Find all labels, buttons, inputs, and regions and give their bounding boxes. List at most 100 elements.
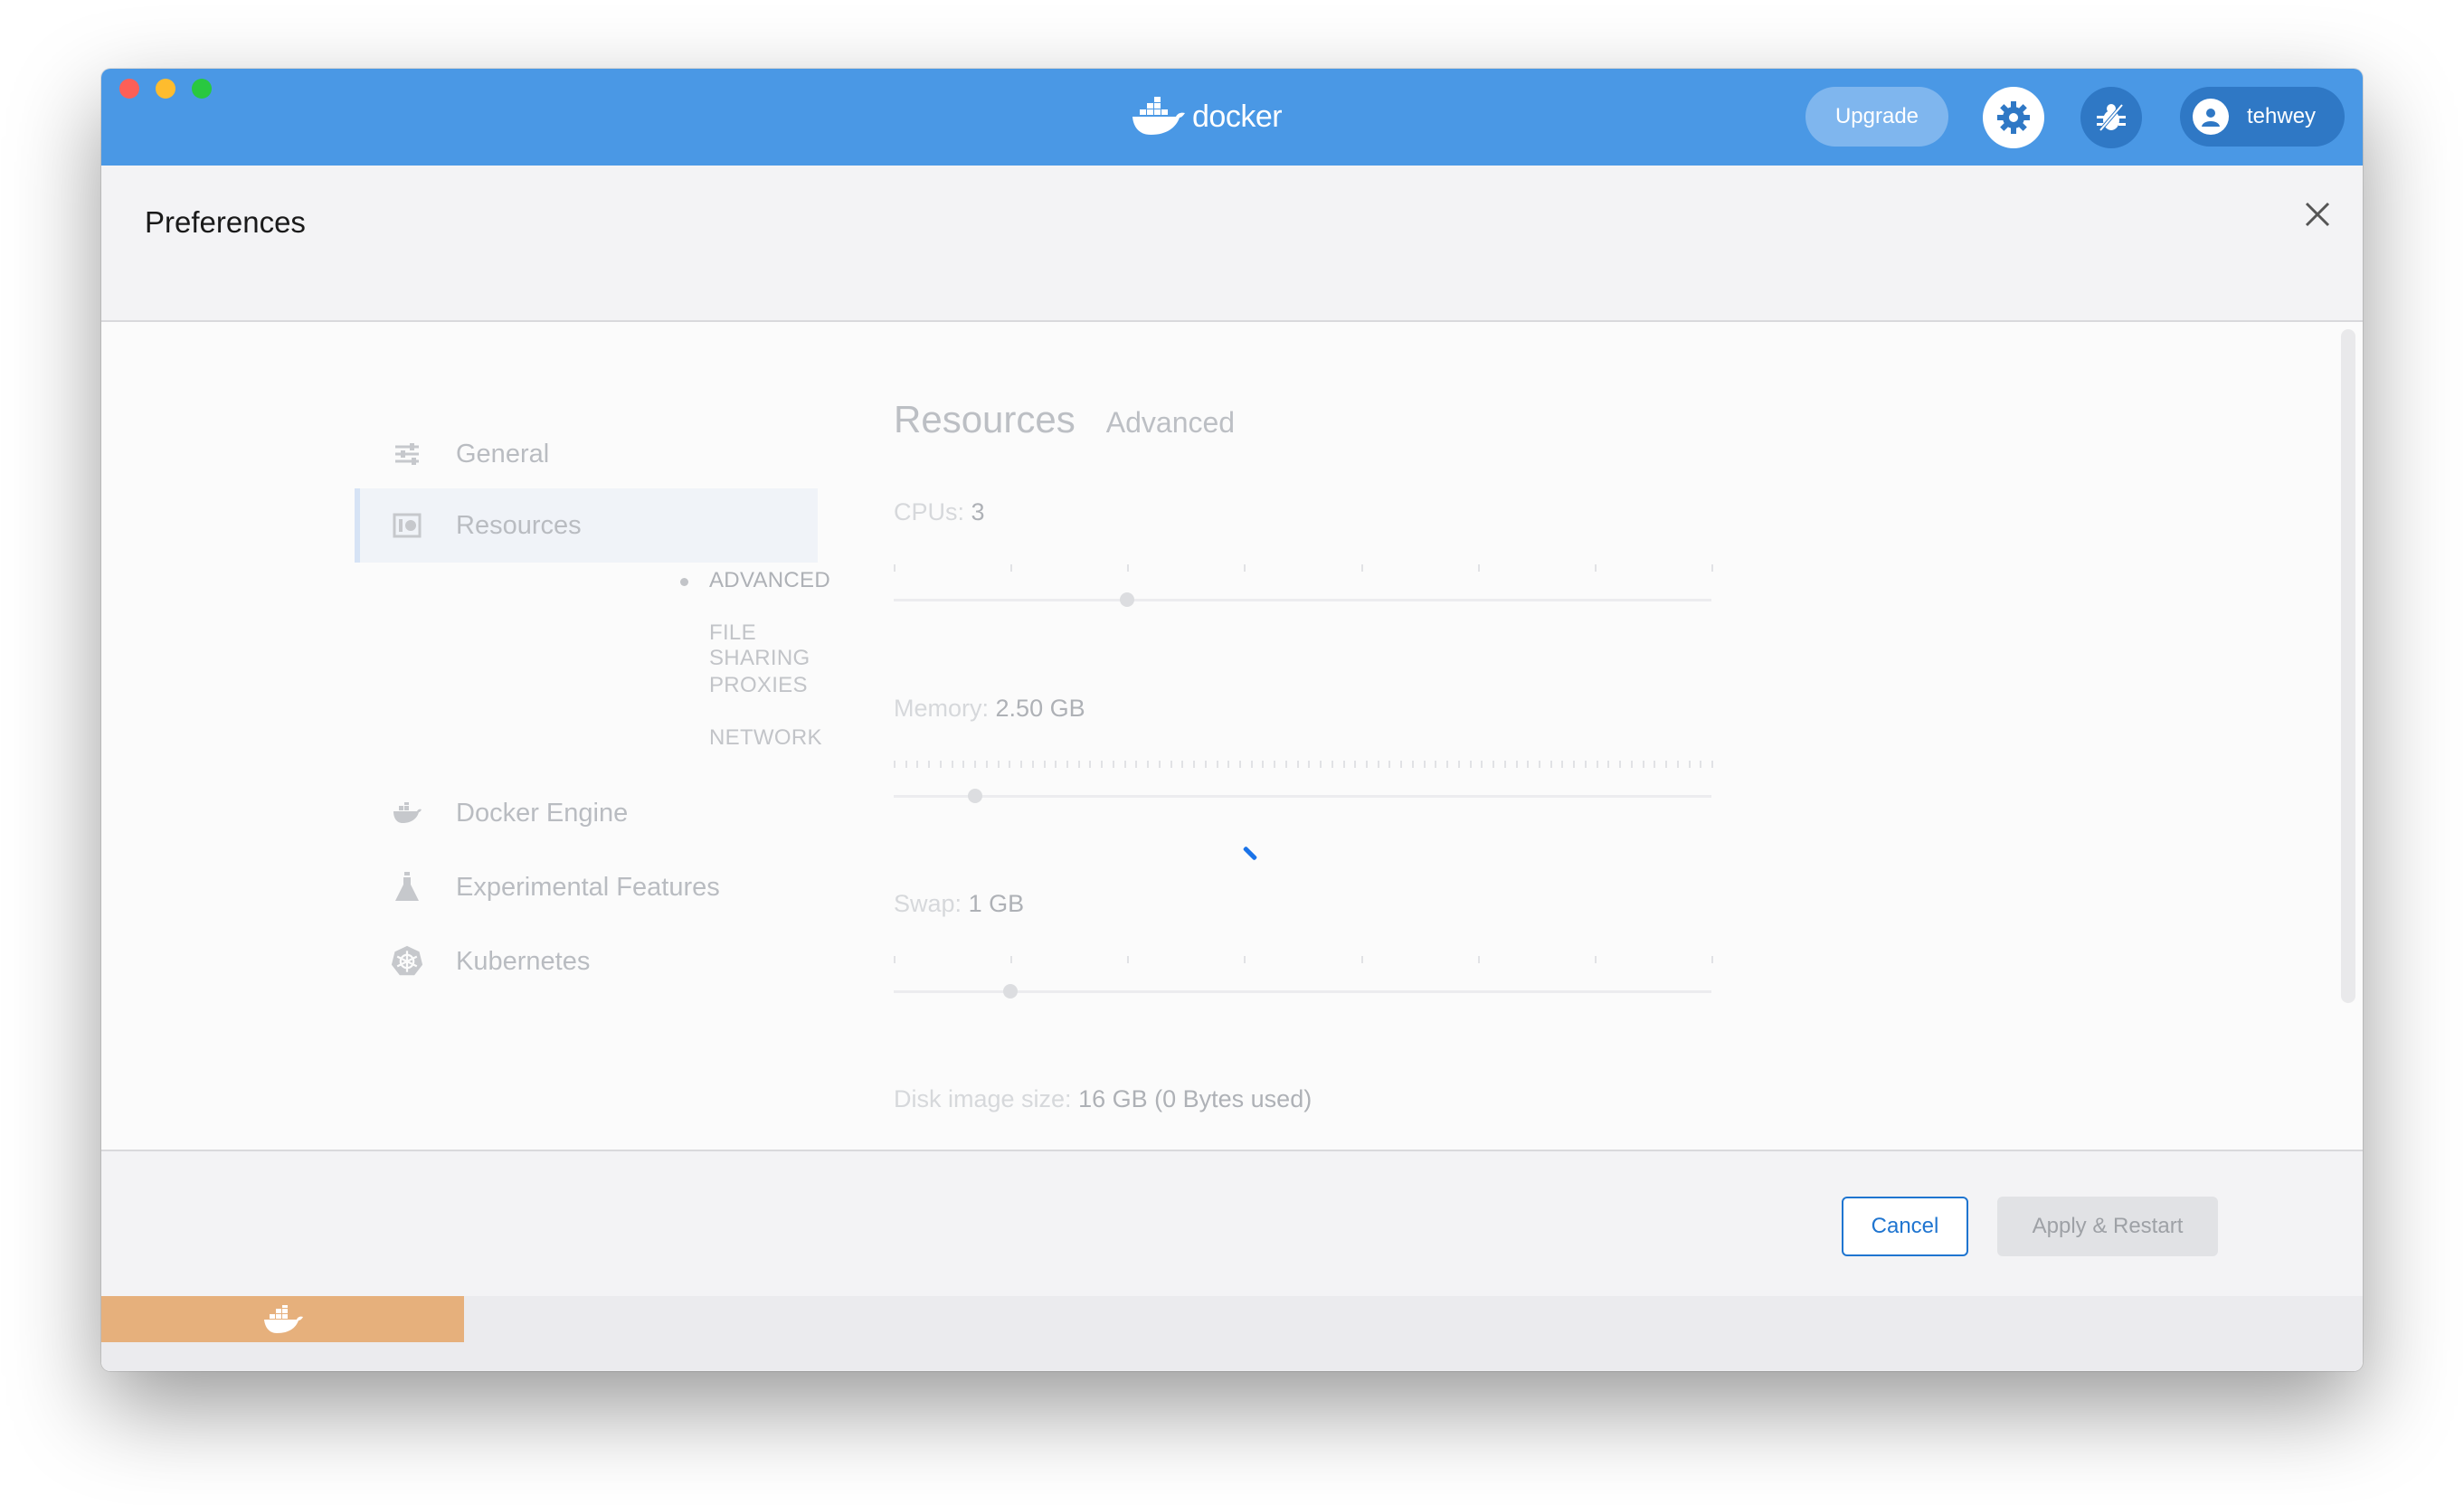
memory-value: 2.50 GB [995,695,1085,722]
settings-button[interactable] [1983,87,2044,148]
slider-tick [1158,761,1161,768]
panel-subtitle: Advanced [1105,406,1236,439]
sidebar-item-general[interactable]: General [355,417,818,491]
sidebar-item-kubernetes[interactable]: Kubernetes [355,924,818,999]
slider-tick [951,761,953,768]
docker-status-indicator[interactable] [101,1296,464,1342]
slider-tick [1031,761,1034,768]
slider-tick [1400,761,1403,768]
slider-tick [1594,564,1597,572]
sidebar-item-label: Docker Engine [456,798,629,828]
cpus-label-text: CPUs: [894,498,965,525]
cpus-value: 3 [971,498,985,525]
subnav-label: PROXIES [709,673,808,697]
slider-tick [1477,956,1480,963]
kubernetes-icon [391,945,423,978]
slider-tick [1135,761,1138,768]
slider-tick [1112,761,1114,768]
docker-preferences-window: docker Upgrade tehwey Preferences Genera… [101,69,2363,1371]
slider-tick [939,761,942,768]
cpus-label: CPUs: 3 [894,498,985,526]
slider-tick [1665,761,1668,768]
memory-label-text: Memory: [894,695,990,722]
slider-thumb[interactable] [1003,984,1019,999]
upgrade-button[interactable]: Upgrade [1805,87,1948,147]
window-maximize-button[interactable] [192,79,212,99]
slider-tick [1539,761,1540,768]
sliders-icon [391,438,423,470]
flask-icon [391,871,423,904]
slider-tick [1654,761,1656,768]
slider-tick [1700,761,1702,768]
slider-tick [1388,761,1391,768]
slider-tick [1296,761,1299,768]
subnav-network[interactable]: NETWORK [709,725,822,751]
sidebar-item-label: Experimental Features [456,872,720,902]
slider-tick [1423,761,1426,768]
slider-tick [1101,761,1104,768]
dialog-footer: Cancel Apply & Restart [101,1150,2363,1296]
bug-icon [2097,103,2126,132]
slider-tick [1010,956,1013,963]
user-account-button[interactable]: tehwey [2180,87,2345,147]
slider-tick [1446,761,1449,768]
slider-tick [1055,761,1057,768]
slider-tick [1676,761,1679,768]
slider-thumb[interactable] [1120,592,1135,607]
scrollbar[interactable] [2341,329,2355,1003]
slider-tick [1244,956,1246,963]
window-minimize-button[interactable] [156,79,175,99]
slider-tick [1127,564,1130,572]
subnav-advanced[interactable]: ADVANCED [680,568,830,593]
slider-tick [1596,761,1598,768]
avatar [2193,99,2229,135]
swap-slider[interactable] [894,956,1713,1010]
slider-tick [1515,761,1518,768]
slider-tick [1619,761,1622,768]
slider-tick [1711,564,1713,572]
cpus-slider[interactable] [894,564,1713,619]
cancel-button[interactable]: Cancel [1842,1197,1968,1256]
slider-tick [974,761,977,768]
slider-tick [985,761,988,768]
status-bar [101,1296,2363,1371]
slider-tick [1123,761,1126,768]
slider-tick [1630,761,1633,768]
slider-tick [894,761,896,768]
window-close-button[interactable] [119,79,139,99]
slider-tick [1481,761,1483,768]
panel-header: Resources Advanced [894,398,1235,441]
sidebar-item-experimental-features[interactable]: Experimental Features [355,850,818,924]
sidebar-item-resources[interactable]: Resources [355,488,818,563]
slider-tick [1331,761,1333,768]
subnav-proxies[interactable]: PROXIES [709,673,808,698]
slider-tick [1193,761,1196,768]
swap-label-text: Swap: [894,890,962,917]
slider-tick [1360,564,1363,572]
slider-tick [1308,761,1311,768]
close-icon[interactable] [2301,198,2334,231]
troubleshoot-button[interactable] [2080,87,2142,148]
apply-restart-button[interactable]: Apply & Restart [1997,1197,2218,1256]
whale-icon [391,797,423,829]
slider-tick [1607,761,1610,768]
memory-label: Memory: 2.50 GB [894,695,1085,723]
slider-tick [894,564,896,572]
slider-tick [1262,761,1265,768]
slider-tick [1204,761,1207,768]
slider-tick [894,956,896,963]
slider-tick [1342,761,1345,768]
sidebar-item-docker-engine[interactable]: Docker Engine [355,776,818,850]
slider-tick [1493,761,1495,768]
slider-tick [1561,761,1564,768]
slider-tick [1227,761,1230,768]
slider-tick [1170,761,1172,768]
slider-tick [1066,761,1068,768]
slider-tick [1457,761,1460,768]
slider-tick [1043,761,1046,768]
resources-icon [391,509,423,542]
subnav-file-sharing[interactable]: FILE SHARING [709,620,818,671]
memory-slider[interactable] [894,761,1713,815]
slider-tick [1377,761,1379,768]
slider-thumb[interactable] [968,789,983,803]
